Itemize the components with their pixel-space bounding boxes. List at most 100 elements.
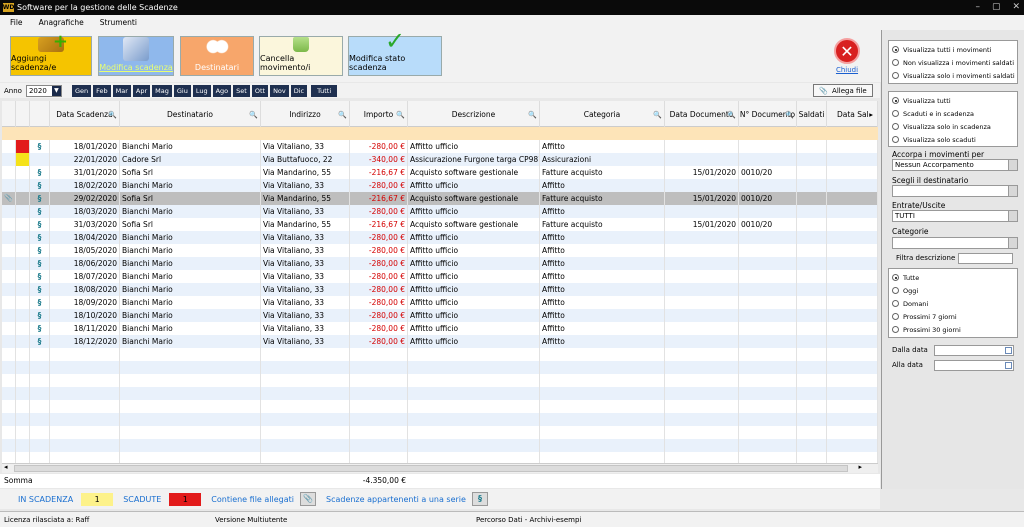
table-row[interactable]: § 31/01/2020 Sofia Srl Via Mandarino, 55 -21… (2, 166, 878, 179)
table-row[interactable]: § 18/08/2020 Bianchi Mario Via Vitaliano, 3… (2, 283, 878, 296)
month-giu[interactable]: Giu (173, 84, 191, 97)
cat-select[interactable] (892, 237, 1018, 249)
from-date-input[interactable] (934, 345, 1014, 356)
radio-state-due[interactable]: Visualizza solo in scadenza (889, 120, 1017, 133)
scroll-right-icon[interactable]: ▸ (858, 463, 862, 471)
month-set[interactable]: Set (233, 84, 250, 97)
table-row[interactable]: § 18/10/2020 Bianchi Mario Via Vitaliano, 3… (2, 309, 878, 322)
month-feb[interactable]: Feb (93, 84, 111, 97)
radio-state-expired[interactable]: Visualizza solo scaduti (889, 133, 1017, 146)
search-icon[interactable]: 🔍 (727, 111, 736, 119)
radio-hide-settled[interactable]: Non visualizza i movimenti saldati (889, 56, 1017, 69)
scrollbar-thumb[interactable] (14, 465, 848, 472)
col-descrizione[interactable]: Descrizione 🔍 (408, 101, 540, 127)
cell-docdate (665, 309, 739, 322)
radio-view-all[interactable]: Visualizza tutti i movimenti (889, 43, 1017, 56)
table-row[interactable]: § 18/04/2020 Bianchi Mario Via Vitaliano, 3… (2, 231, 878, 244)
to-date-input[interactable] (934, 360, 1014, 371)
col-importo[interactable]: Importo 🔍 (350, 101, 408, 127)
search-icon[interactable]: 🔍 (653, 111, 662, 119)
radio-only-settled[interactable]: Visualizza solo i movimenti saldati (889, 69, 1017, 82)
month-gen[interactable]: Gen (71, 84, 92, 97)
month-mag[interactable]: Mag (152, 84, 172, 97)
calendar-icon[interactable] (1005, 347, 1012, 354)
month-ott[interactable]: Ott (251, 84, 269, 97)
month-tutti[interactable]: Tutti (311, 84, 338, 97)
edit-deadline-button[interactable]: Modifica scadenza (98, 36, 174, 76)
col-indirizzo[interactable]: Indirizzo 🔍 (261, 101, 350, 127)
menu-anagrafiche[interactable]: Anagrafiche (39, 18, 84, 27)
radio-state-all[interactable]: Visualizza tutti (889, 94, 1017, 107)
radio-period-all[interactable]: Tutte (889, 271, 1017, 284)
month-lug[interactable]: Lug (192, 84, 211, 97)
cell-docnum (739, 322, 797, 335)
in-scadenza-count: 1 (81, 492, 114, 506)
folder-plus-icon: + (38, 31, 68, 52)
io-select[interactable]: TUTTI (892, 210, 1018, 222)
radio-period-7days[interactable]: Prossimi 7 giorni (889, 310, 1017, 323)
table-row[interactable]: § 18/12/2020 Bianchi Mario Via Vitaliano, 3… (2, 335, 878, 348)
col-saldati[interactable]: Saldati (797, 101, 827, 127)
month-apr[interactable]: Apr (132, 84, 151, 97)
search-icon[interactable]: 🔍 (249, 111, 258, 119)
window-controls: – ▢ ✕ (975, 2, 1020, 12)
scroll-left-icon[interactable]: ◂ (4, 463, 8, 471)
month-dic[interactable]: Dic (290, 84, 308, 97)
col-destinatario[interactable]: Destinatario 🔍 (120, 101, 261, 127)
radio-period-30days[interactable]: Prossimi 30 giorni (889, 323, 1017, 336)
desc-filter-input[interactable] (958, 253, 1013, 264)
month-mar[interactable]: Mar (112, 84, 131, 97)
table-row[interactable]: 22/01/2020 Cadore Srl Via Buttafuoco, 22 -3… (2, 153, 878, 166)
cell-settledate (827, 348, 878, 361)
table-row[interactable]: § 18/02/2020 Bianchi Mario Via Vitaliano, 3… (2, 179, 878, 192)
month-nov[interactable]: Nov (270, 84, 289, 97)
attach-file-button[interactable]: 📎 Allega file (813, 84, 873, 97)
table-row[interactable]: § 18/07/2020 Bianchi Mario Via Vitaliano, 3… (2, 270, 878, 283)
group-select[interactable]: Nessun Accorpamento (892, 159, 1018, 171)
cell-dest: Bianchi Mario (120, 270, 261, 283)
minimize-icon[interactable]: – (975, 2, 980, 12)
close-button[interactable]: ✕ Chiudi (832, 38, 862, 78)
cell-docdate (665, 244, 739, 257)
cell-docnum (739, 296, 797, 309)
table-row[interactable]: § 18/11/2020 Bianchi Mario Via Vitaliano, 3… (2, 322, 878, 335)
year-select[interactable]: 2020 ▼ (25, 84, 62, 97)
search-icon[interactable]: 🔍 (108, 111, 117, 119)
dest-select[interactable] (892, 185, 1018, 197)
cell-amount: -280,00 € (350, 309, 408, 322)
close-window-icon[interactable]: ✕ (1012, 2, 1020, 12)
search-icon[interactable]: 🔍 (785, 111, 794, 119)
radio-state-expired-due[interactable]: Scaduti e in scadenza (889, 107, 1017, 120)
recipients-button[interactable]: Destinatari (180, 36, 254, 76)
maximize-icon[interactable]: ▢ (992, 2, 1001, 12)
scroll-right-icon[interactable]: ▸ (869, 110, 873, 119)
change-status-button[interactable]: ✓ Modifica stato scadenza (348, 29, 442, 76)
col-categoria[interactable]: Categoria 🔍 (540, 101, 665, 127)
table-row[interactable]: § 18/01/2020 Bianchi Mario Via Vitaliano, 3… (2, 140, 878, 153)
table-row[interactable]: 📎 § 29/02/2020 Sofia Srl Via Mandarino, 55 -2… (2, 192, 878, 205)
month-ago[interactable]: Ago (212, 84, 232, 97)
col-data-saldo[interactable]: Data Sal ▸ (827, 101, 878, 127)
search-icon[interactable]: 🔍 (396, 111, 405, 119)
radio-period-tomorrow[interactable]: Domani (889, 297, 1017, 310)
horizontal-scrollbar[interactable]: ◂ ▸ (2, 463, 878, 473)
search-icon[interactable]: 🔍 (338, 111, 347, 119)
radio-period-today[interactable]: Oggi (889, 284, 1017, 297)
table-row[interactable]: § 31/03/2020 Sofia Srl Via Mandarino, 55 -21… (2, 218, 878, 231)
table-row[interactable]: § 18/09/2020 Bianchi Mario Via Vitaliano, 3… (2, 296, 878, 309)
search-icon[interactable]: 🔍 (528, 111, 537, 119)
cell-addr: Via Buttafuoco, 22 (261, 153, 350, 166)
col-data-documento[interactable]: Data Documento 🔍 (665, 101, 739, 127)
menu-file[interactable]: File (10, 18, 23, 27)
table-row[interactable]: § 18/05/2020 Bianchi Mario Via Vitaliano, 3… (2, 244, 878, 257)
calendar-icon[interactable] (1005, 362, 1012, 369)
table-row[interactable]: § 18/03/2020 Bianchi Mario Via Vitaliano, 3… (2, 205, 878, 218)
delete-movement-button[interactable]: Cancella movimento/i (259, 36, 343, 76)
col-n-documento[interactable]: N° Documento 🔍 (739, 101, 797, 127)
col-data-scadenza[interactable]: Data Scadenza 🔍 (50, 101, 120, 127)
dest-label: Scegli il destinatario (892, 176, 969, 185)
menu-strumenti[interactable]: Strumenti (100, 18, 137, 27)
table-row[interactable]: § 18/06/2020 Bianchi Mario Via Vitaliano, 3… (2, 257, 878, 270)
filter-row[interactable] (2, 127, 878, 140)
add-deadline-button[interactable]: + Aggiungi scadenza/e (10, 31, 92, 76)
